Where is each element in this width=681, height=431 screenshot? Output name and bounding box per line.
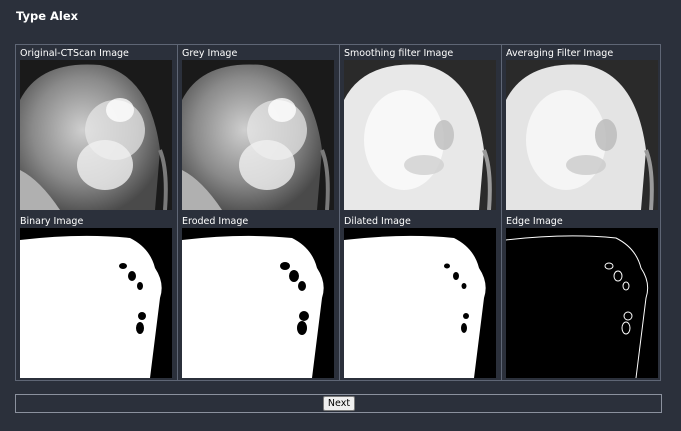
- smoothing-filter-image: [344, 60, 496, 210]
- averaging-filter-image: [506, 60, 658, 210]
- edge-image: [506, 228, 658, 378]
- panel-dilated: Dilated Image: [340, 213, 502, 380]
- panel-eroded: Eroded Image: [178, 213, 340, 380]
- button-bar: Next: [15, 394, 662, 413]
- grey-image: [182, 60, 334, 210]
- panel-label: Averaging Filter Image: [506, 48, 614, 59]
- panel-label: Binary Image: [20, 216, 84, 227]
- panel-label: Grey Image: [182, 48, 238, 59]
- panel-label: Edge Image: [506, 216, 563, 227]
- panel-binary: Binary Image: [16, 213, 178, 380]
- panel-original-ctscan: Original-CTScan Image: [16, 45, 178, 213]
- page-title: Type Alex: [16, 9, 79, 23]
- original-ctscan-image: [20, 60, 172, 210]
- panel-grey: Grey Image: [178, 45, 340, 213]
- panel-averaging-filter: Averaging Filter Image: [502, 45, 662, 213]
- binary-image: [20, 228, 172, 378]
- panel-label: Original-CTScan Image: [20, 48, 129, 59]
- image-grid: Original-CTScan Image Grey Image Smoothi…: [15, 44, 661, 381]
- panel-label: Smoothing filter Image: [344, 48, 454, 59]
- panel-edge: Edge Image: [502, 213, 662, 380]
- panel-label: Eroded Image: [182, 216, 249, 227]
- eroded-image: [182, 228, 334, 378]
- panel-label: Dilated Image: [344, 216, 411, 227]
- dilated-image: [344, 228, 496, 378]
- panel-smoothing-filter: Smoothing filter Image: [340, 45, 502, 213]
- next-button[interactable]: Next: [323, 396, 355, 411]
